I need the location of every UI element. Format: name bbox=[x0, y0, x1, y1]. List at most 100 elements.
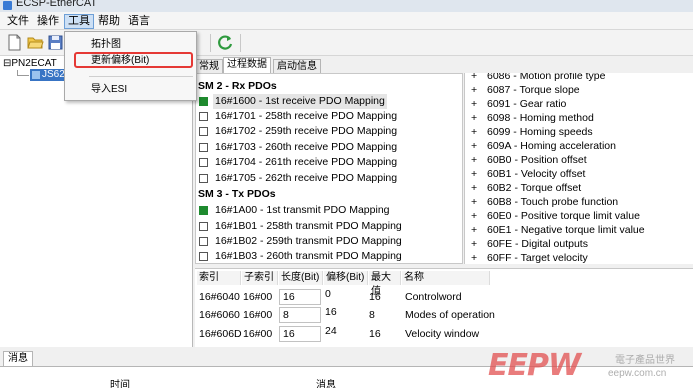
cell-index: 16#606D bbox=[199, 328, 242, 340]
object-row[interactable]: +60B0 - Position offset bbox=[471, 153, 587, 167]
expand-icon[interactable]: + bbox=[471, 209, 487, 223]
new-file-icon[interactable] bbox=[6, 34, 23, 51]
menu-language[interactable]: 语言 bbox=[125, 14, 153, 29]
menu-file[interactable]: 文件 bbox=[4, 14, 32, 29]
object-row[interactable]: +6091 - Gear ratio bbox=[471, 97, 566, 111]
cell-offset: 0 bbox=[325, 288, 331, 300]
object-row[interactable]: +6099 - Homing speeds bbox=[471, 125, 593, 139]
cell-name: Velocity window bbox=[405, 328, 480, 340]
pdo-checkbox[interactable] bbox=[199, 174, 208, 183]
pdo-checkbox[interactable] bbox=[199, 206, 208, 215]
expand-icon[interactable]: + bbox=[471, 181, 487, 195]
col-header-length: 长度(Bit) bbox=[279, 271, 323, 285]
pdo-checkbox[interactable] bbox=[199, 127, 208, 136]
cell-max: 16 bbox=[369, 328, 381, 340]
watermark: EEPW 電子產品世界 eepw.com.cn bbox=[488, 348, 693, 388]
col-header-index: 索引 bbox=[197, 271, 241, 285]
title-bar: ECSP-EtherCAT bbox=[0, 0, 693, 12]
length-input[interactable]: 8 bbox=[279, 307, 321, 323]
expand-icon[interactable]: + bbox=[471, 167, 487, 181]
object-row[interactable]: +6087 - Torque slope bbox=[471, 83, 580, 97]
menu-operation[interactable]: 操作 bbox=[34, 14, 62, 29]
pdo-checkbox[interactable] bbox=[199, 143, 208, 152]
pdo-checkbox[interactable] bbox=[199, 222, 208, 231]
window-title: ECSP-EtherCAT bbox=[16, 0, 98, 9]
tree-child-label: JS62 bbox=[42, 69, 65, 80]
object-row[interactable]: +60FF - Target velocity bbox=[471, 251, 588, 264]
tab-startup[interactable]: 启动信息 bbox=[273, 59, 321, 73]
expand-icon[interactable]: + bbox=[471, 73, 487, 83]
length-input[interactable]: 16 bbox=[279, 289, 321, 305]
refresh-icon[interactable] bbox=[217, 34, 234, 51]
expand-icon[interactable]: + bbox=[471, 139, 487, 153]
expand-icon[interactable]: + bbox=[471, 195, 487, 209]
msg-col-message: 消息 bbox=[316, 380, 336, 388]
expand-icon[interactable]: + bbox=[471, 83, 487, 97]
expand-icon[interactable]: + bbox=[471, 111, 487, 125]
object-row[interactable]: +609A - Homing acceleration bbox=[471, 139, 616, 153]
object-row[interactable]: +60FE - Digital outputs bbox=[471, 237, 588, 251]
length-input[interactable]: 16 bbox=[279, 326, 321, 342]
tab-process-data[interactable]: 过程数据 bbox=[223, 57, 271, 73]
object-row[interactable]: +60E0 - Positive torque limit value bbox=[471, 209, 640, 223]
object-row[interactable]: +6086 - Motion profile type bbox=[471, 73, 605, 83]
slave-tabs: 常规 过程数据 启动信息 bbox=[195, 56, 495, 73]
cell-index: 16#6040 bbox=[199, 291, 240, 303]
slave-device-icon bbox=[32, 71, 40, 79]
expand-icon[interactable]: + bbox=[471, 97, 487, 111]
watermark-url: eepw.com.cn bbox=[608, 368, 667, 379]
pdo-checkbox[interactable] bbox=[199, 237, 208, 246]
tree-slave-node[interactable]: JS62 bbox=[30, 69, 67, 81]
cell-subindex: 16#00 bbox=[243, 328, 273, 340]
cell-offset: 24 bbox=[325, 325, 337, 337]
expand-icon[interactable]: + bbox=[471, 153, 487, 167]
object-dictionary-list[interactable]: +6086 - Motion profile type +6087 - Torq… bbox=[464, 73, 693, 264]
pdo-entries-table: 索引 子索引 长度(Bit) 偏移(Bit) 最大值 名称 16#6040 16… bbox=[195, 268, 693, 347]
pdo-checkbox[interactable] bbox=[199, 252, 208, 261]
col-header-max: 最大值 bbox=[369, 271, 401, 297]
object-row[interactable]: +60B2 - Torque offset bbox=[471, 181, 581, 195]
pdo-checkbox[interactable] bbox=[199, 112, 208, 121]
cell-max: 8 bbox=[369, 309, 375, 321]
menu-item-update-offset[interactable]: 更新偏移(Bit) bbox=[91, 54, 149, 68]
pdo-assignment-list[interactable]: SM 2 - Rx PDOs 16#1600 - 1st receive PDO… bbox=[195, 73, 463, 264]
expand-icon[interactable]: + bbox=[471, 251, 487, 264]
tools-dropdown-menu: 拓扑图 更新偏移(Bit) 导入ESI bbox=[64, 31, 197, 101]
open-folder-icon[interactable] bbox=[27, 34, 44, 51]
object-row[interactable]: +60B8 - Touch probe function bbox=[471, 195, 618, 209]
object-row[interactable]: +60E1 - Negative torque limit value bbox=[471, 223, 645, 237]
col-header-name: 名称 bbox=[402, 271, 490, 285]
menu-separator bbox=[89, 76, 193, 77]
cell-index: 16#6060 bbox=[199, 309, 240, 321]
save-icon[interactable] bbox=[47, 34, 64, 51]
rx-pdo-section: SM 2 - Rx PDOs bbox=[198, 80, 277, 92]
expand-icon[interactable]: + bbox=[471, 125, 487, 139]
cell-name: Controlword bbox=[405, 291, 462, 303]
expand-icon[interactable]: + bbox=[471, 223, 487, 237]
menu-bar: 文件 操作 工具 帮助 语言 bbox=[0, 12, 693, 30]
pdo-checkbox[interactable] bbox=[199, 158, 208, 167]
cell-name: Modes of operation bbox=[405, 309, 495, 321]
toolbar-separator bbox=[240, 34, 241, 52]
object-row[interactable]: +6098 - Homing method bbox=[471, 111, 594, 125]
menu-help[interactable]: 帮助 bbox=[95, 14, 123, 29]
watermark-cn-text: 電子產品世界 bbox=[615, 355, 675, 366]
col-header-subindex: 子索引 bbox=[242, 271, 278, 285]
menu-item-topology[interactable]: 拓扑图 bbox=[91, 38, 121, 52]
menu-tools[interactable]: 工具 bbox=[64, 14, 94, 29]
cell-subindex: 16#00 bbox=[243, 309, 273, 321]
tx-pdo-section: SM 3 - Tx PDOs bbox=[198, 188, 276, 200]
col-header-offset: 偏移(Bit) bbox=[324, 271, 368, 285]
toolbar-separator bbox=[210, 34, 211, 52]
tab-messages[interactable]: 消息 bbox=[3, 351, 33, 366]
cell-max: 16 bbox=[369, 291, 381, 303]
tree-connector bbox=[17, 75, 29, 76]
expand-icon[interactable]: + bbox=[471, 237, 487, 251]
tab-general[interactable]: 常规 bbox=[195, 59, 223, 73]
msg-col-time: 时间 bbox=[110, 380, 130, 388]
cell-offset: 16 bbox=[325, 306, 337, 318]
watermark-logo: EEPW bbox=[488, 348, 581, 383]
pdo-checkbox[interactable] bbox=[199, 97, 208, 106]
object-row[interactable]: +60B1 - Velocity offset bbox=[471, 167, 585, 181]
menu-item-import-esi[interactable]: 导入ESI bbox=[91, 83, 127, 97]
